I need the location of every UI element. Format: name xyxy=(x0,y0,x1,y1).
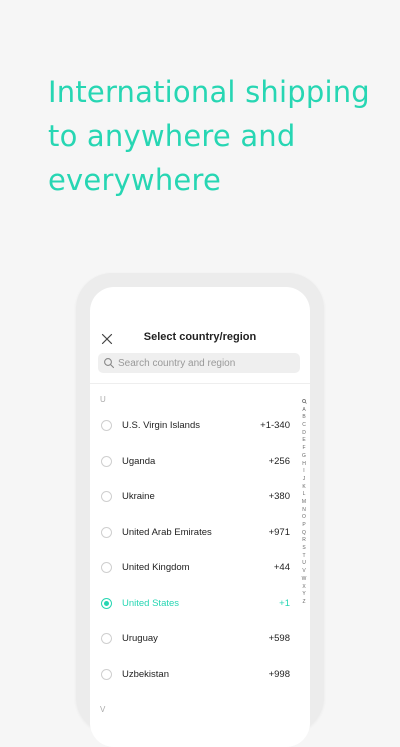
index-letter[interactable]: F xyxy=(299,445,309,453)
index-letter[interactable]: A xyxy=(299,407,309,415)
dial-code: +44 xyxy=(273,562,290,573)
radio-button[interactable] xyxy=(101,491,112,502)
headline-line-1: International shipping xyxy=(48,75,370,109)
index-letter[interactable]: M xyxy=(299,499,309,507)
section-letter-u: U xyxy=(100,395,106,404)
alphabet-index[interactable]: A B C D E F G H I J K L M N O P Q R S T … xyxy=(299,399,309,607)
phone-screen: Select country/region U U.S. Virgin Isla… xyxy=(90,287,310,747)
country-name: United Kingdom xyxy=(122,562,190,573)
index-search-icon[interactable] xyxy=(299,399,309,407)
dialog-header: Select country/region xyxy=(90,327,310,351)
search-input[interactable] xyxy=(118,353,294,373)
dial-code: +256 xyxy=(268,455,290,467)
headline: International shipping to anywhere and e… xyxy=(48,70,388,202)
headline-line-2: to anywhere and xyxy=(48,119,296,153)
section-letter-v: V xyxy=(100,705,106,714)
country-row[interactable]: Ukraine +380 xyxy=(90,480,294,515)
index-letter[interactable]: X xyxy=(299,584,309,592)
dial-code: +598 xyxy=(268,633,290,644)
radio-button[interactable] xyxy=(101,526,112,538)
country-name: Uzbekistan xyxy=(122,668,169,680)
index-letter[interactable]: W xyxy=(299,576,309,584)
index-letter[interactable]: Z xyxy=(299,599,309,607)
index-letter[interactable]: H xyxy=(299,461,309,469)
country-row[interactable]: Uruguay +598 xyxy=(90,622,294,657)
radio-button-selected[interactable] xyxy=(101,597,112,609)
country-name: United States xyxy=(122,597,180,609)
index-letter[interactable]: I xyxy=(299,468,309,476)
index-letter[interactable]: S xyxy=(299,545,309,553)
country-name: United Arab Emirates xyxy=(122,526,212,538)
country-row[interactable]: United Arab Emirates +971 xyxy=(90,516,294,551)
country-row[interactable]: Uzbekistan +998 xyxy=(90,658,294,693)
index-letter[interactable]: G xyxy=(299,453,309,461)
index-letter[interactable]: P xyxy=(299,522,309,530)
index-letter[interactable]: L xyxy=(299,491,309,499)
search-bar[interactable] xyxy=(98,353,300,373)
index-letter[interactable]: R xyxy=(299,537,309,545)
search-icon xyxy=(104,358,115,369)
country-row[interactable]: Uganda +256 xyxy=(90,445,294,480)
index-letter[interactable]: D xyxy=(299,430,309,438)
country-name: Uruguay xyxy=(122,633,158,644)
index-letter[interactable]: J xyxy=(299,476,309,484)
dial-code: +971 xyxy=(268,526,290,538)
index-letter[interactable]: B xyxy=(299,414,309,422)
phone-frame: Select country/region U U.S. Virgin Isla… xyxy=(76,273,324,747)
index-letter[interactable]: U xyxy=(299,560,309,568)
header-divider xyxy=(90,383,310,384)
country-row[interactable]: United Kingdom +44 xyxy=(90,551,294,586)
index-letter[interactable]: E xyxy=(299,437,309,445)
radio-button[interactable] xyxy=(101,455,112,467)
radio-button[interactable] xyxy=(101,420,112,431)
index-letter[interactable]: V xyxy=(299,568,309,576)
dial-code: +380 xyxy=(268,491,290,502)
country-row[interactable]: U.S. Virgin Islands +1-340 xyxy=(90,409,294,444)
index-letter[interactable]: O xyxy=(299,514,309,522)
search-icon xyxy=(301,399,307,404)
index-letter[interactable]: T xyxy=(299,553,309,561)
dialog-title: Select country/region xyxy=(143,331,257,343)
index-letter[interactable]: N xyxy=(299,507,309,515)
index-letter[interactable]: K xyxy=(299,484,309,492)
country-row-selected[interactable]: United States +1 xyxy=(90,587,294,622)
dial-code: +1-340 xyxy=(260,420,290,431)
country-name: U.S. Virgin Islands xyxy=(122,420,200,431)
radio-button[interactable] xyxy=(101,668,112,680)
index-letter[interactable]: Y xyxy=(299,591,309,599)
country-name: Uganda xyxy=(122,455,156,467)
dial-code: +1 xyxy=(279,597,290,609)
radio-button[interactable] xyxy=(101,633,112,644)
radio-button[interactable] xyxy=(101,562,112,573)
headline-line-3: everywhere xyxy=(48,163,221,197)
index-letter[interactable]: Q xyxy=(299,530,309,538)
dial-code: +998 xyxy=(268,668,290,680)
country-name: Ukraine xyxy=(122,491,155,502)
index-letter[interactable]: C xyxy=(299,422,309,430)
